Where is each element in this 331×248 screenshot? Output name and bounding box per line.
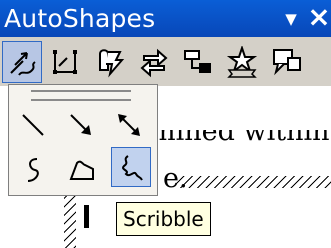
tooltip: Scribble [116, 202, 211, 236]
double-arrow-icon [118, 114, 140, 136]
toolbar-options-icon[interactable]: ▼ [280, 4, 302, 32]
line-button[interactable] [15, 107, 55, 147]
block-arrows-button[interactable] [134, 41, 174, 83]
line-icon [22, 114, 44, 136]
lines-button[interactable] [2, 41, 42, 83]
toolbar-buttons [0, 37, 331, 86]
curve-button[interactable] [15, 151, 55, 191]
curve-icon [27, 158, 39, 182]
autoshapes-toolbar: AutoShapes ▼ × [0, 0, 331, 86]
arrow-button[interactable] [63, 107, 103, 147]
selection-hatch-border [175, 176, 331, 188]
flowchart-icon [184, 50, 211, 73]
scribble-button[interactable] [111, 147, 151, 187]
toolbar-titlebar[interactable]: AutoShapes ▼ × [0, 0, 331, 37]
basic-shapes-button[interactable] [90, 41, 130, 83]
lines-icon [10, 52, 36, 76]
arrow-icon [70, 114, 91, 135]
lines-submenu [8, 84, 158, 196]
stars-banners-button[interactable] [222, 41, 262, 83]
double-arrow-button[interactable] [111, 107, 151, 147]
connectors-button[interactable] [46, 41, 86, 83]
freeform-button[interactable] [63, 151, 103, 191]
block-arrows-icon [140, 48, 168, 78]
callouts-icon [273, 49, 301, 76]
text-cursor [84, 205, 89, 228]
connectors-icon [53, 50, 77, 74]
callouts-button[interactable] [266, 41, 306, 83]
document-text-line: mined within [150, 116, 330, 147]
submenu-drag-handle[interactable] [31, 90, 131, 101]
stars-banners-icon [226, 46, 258, 78]
close-icon[interactable]: × [306, 2, 331, 32]
flowchart-button[interactable] [178, 41, 218, 83]
basic-shapes-icon [99, 49, 125, 78]
toolbar-title: AutoShapes [4, 4, 156, 33]
scribble-icon [122, 155, 143, 181]
freeform-icon [69, 160, 94, 180]
